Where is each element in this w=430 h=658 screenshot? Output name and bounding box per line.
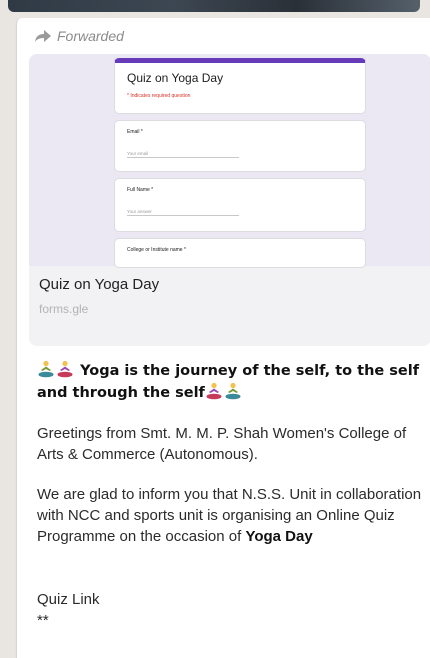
yoga-person-emoji [206,382,222,400]
link-preview[interactable]: Quiz on Yoga Day * Indicates required qu… [29,54,430,346]
message-headline: Yoga is the journey of the self, to the … [37,360,427,404]
form-preview-image[interactable]: Quiz on Yoga Day * Indicates required qu… [29,54,430,268]
required-note: * Indicates required question [127,93,191,99]
form-header-card: Quiz on Yoga Day * Indicates required qu… [114,58,366,114]
announcement-text: We are glad to inform you that N.S.S. Un… [37,486,422,545]
forward-arrow-icon [35,30,51,42]
form-title: Quiz on Yoga Day [127,71,224,85]
field-label: Email * [127,129,143,135]
previous-message-edge [0,0,430,20]
message-bubble[interactable]: Forwarded Quiz on Yoga Day * Indicates r… [16,18,430,658]
trailing-text: ** [37,612,49,629]
field-label: Full Name * [127,187,154,193]
link-preview-domain: forms.gle [39,302,89,316]
forwarded-indicator: Forwarded [35,28,124,44]
field-placeholder: Your email [127,151,239,158]
yoga-person-emoji [225,382,241,400]
field-label: College or Institute name * [127,247,186,253]
message-text: Yoga is the journey of the self, to the … [37,360,427,631]
form-field-college: College or Institute name * [114,238,366,268]
field-placeholder: Your answer [127,209,239,216]
quiz-link-label: Quiz Link [37,591,100,608]
announcement-paragraph: We are glad to inform you that N.S.S. Un… [37,484,427,547]
forwarded-label: Forwarded [57,28,124,44]
yoga-person-emoji [57,360,73,378]
link-preview-title[interactable]: Quiz on Yoga Day [39,276,159,293]
form-field-email: Email * Your email [114,120,366,172]
form-field-name: Full Name * Your answer [114,178,366,232]
greeting-paragraph: Greetings from Smt. M. M. P. Shah Women'… [37,425,407,463]
yoga-person-emoji [38,360,54,378]
previous-image-edge [8,0,420,12]
yoga-day-bold: Yoga Day [245,528,313,545]
